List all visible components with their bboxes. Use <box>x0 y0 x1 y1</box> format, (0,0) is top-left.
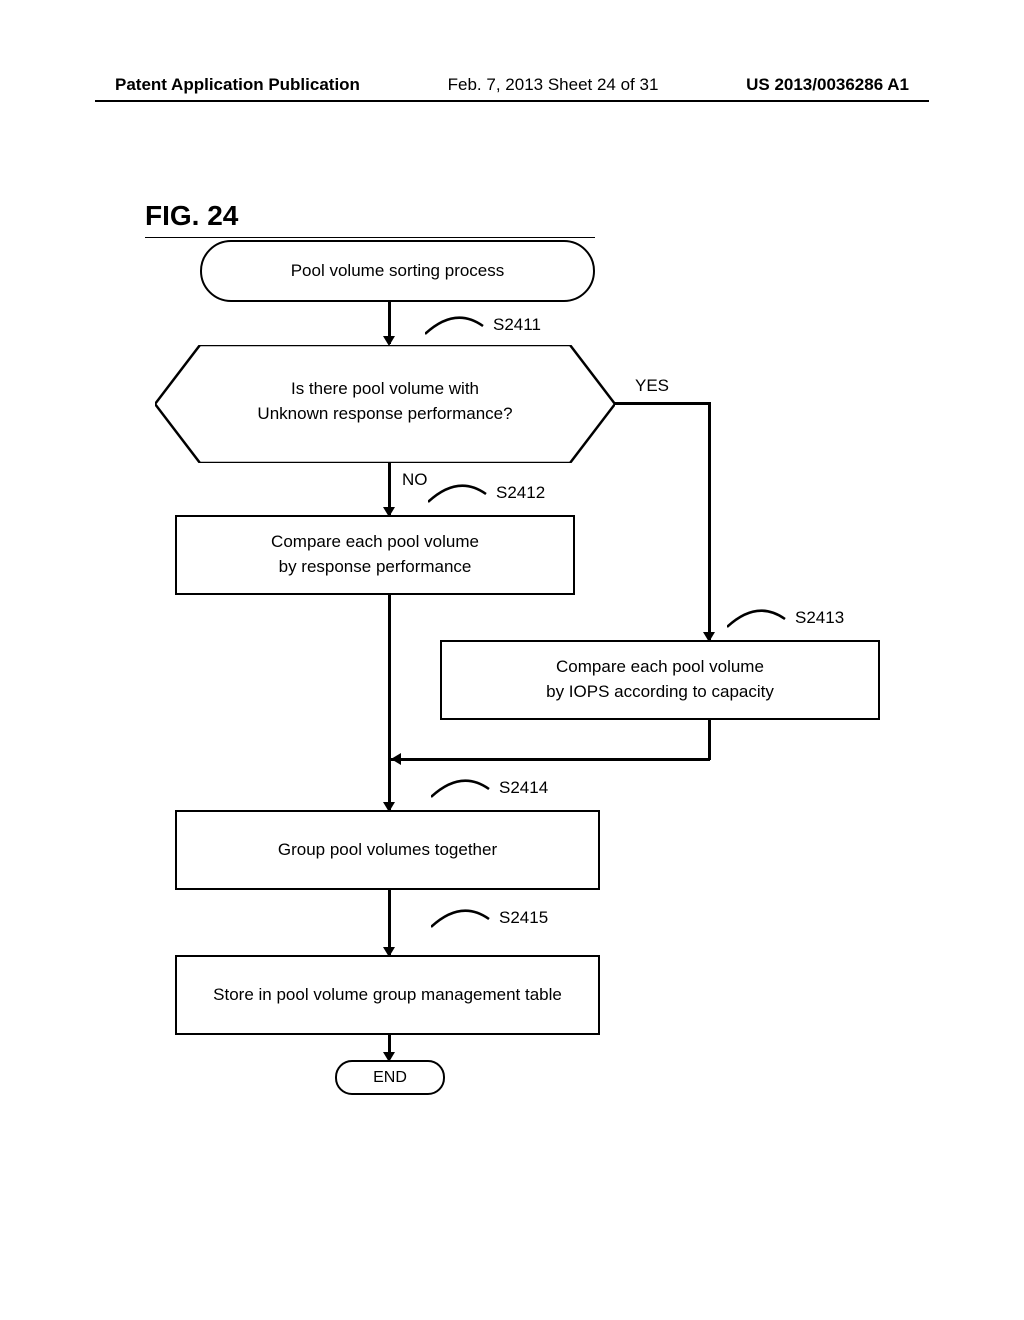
process-store-table: Store in pool volume group management ta… <box>175 955 600 1035</box>
b3-text: Group pool volumes together <box>278 838 497 863</box>
step-label-s2415: S2415 <box>499 908 548 928</box>
b2-line1: Compare each pool volume <box>556 657 764 676</box>
page-header: Patent Application Publication Feb. 7, 2… <box>0 75 1024 95</box>
no-label: NO <box>402 470 428 490</box>
start-terminator: Pool volume sorting process <box>200 240 595 302</box>
end-label: END <box>373 1069 407 1087</box>
start-label: Pool volume sorting process <box>291 261 505 281</box>
connector <box>708 402 711 642</box>
decision-line2: Unknown response performance? <box>257 404 512 423</box>
step-label-s2413: S2413 <box>795 608 844 628</box>
process-compare-iops: Compare each pool volume by IOPS accordi… <box>440 640 880 720</box>
b1-line2: by response performance <box>279 557 472 576</box>
callout-arc-icon <box>425 312 485 338</box>
step-label-s2412: S2412 <box>496 483 545 503</box>
callout-arc-icon <box>428 480 488 506</box>
arrowhead-icon <box>391 753 401 765</box>
connector <box>388 595 391 810</box>
figure-label: FIG. 24 <box>145 200 238 232</box>
b2-line2: by IOPS according to capacity <box>546 682 774 701</box>
header-rule <box>95 100 929 102</box>
decision-line1: Is there pool volume with <box>291 379 479 398</box>
yes-label: YES <box>635 376 669 396</box>
connector <box>389 758 710 761</box>
callout-arc-icon <box>727 605 787 631</box>
connector <box>615 402 710 405</box>
header-right: US 2013/0036286 A1 <box>746 75 909 95</box>
flowchart-diagram: Pool volume sorting process S2411 Is the… <box>145 240 905 1140</box>
connector <box>708 720 711 760</box>
b1-line1: Compare each pool volume <box>271 532 479 551</box>
process-compare-response: Compare each pool volume by response per… <box>175 515 575 595</box>
step-label-s2414: S2414 <box>499 778 548 798</box>
end-terminator: END <box>335 1060 445 1095</box>
connector <box>388 890 391 955</box>
header-center: Feb. 7, 2013 Sheet 24 of 31 <box>448 75 659 95</box>
figure-underline <box>145 237 595 238</box>
header-left: Patent Application Publication <box>115 75 360 95</box>
process-group-volumes: Group pool volumes together <box>175 810 600 890</box>
callout-arc-icon <box>431 775 491 801</box>
b4-text: Store in pool volume group management ta… <box>213 983 562 1008</box>
step-label-s2411: S2411 <box>493 315 541 335</box>
decision-box: Is there pool volume with Unknown respon… <box>155 345 615 463</box>
callout-arc-icon <box>431 905 491 931</box>
